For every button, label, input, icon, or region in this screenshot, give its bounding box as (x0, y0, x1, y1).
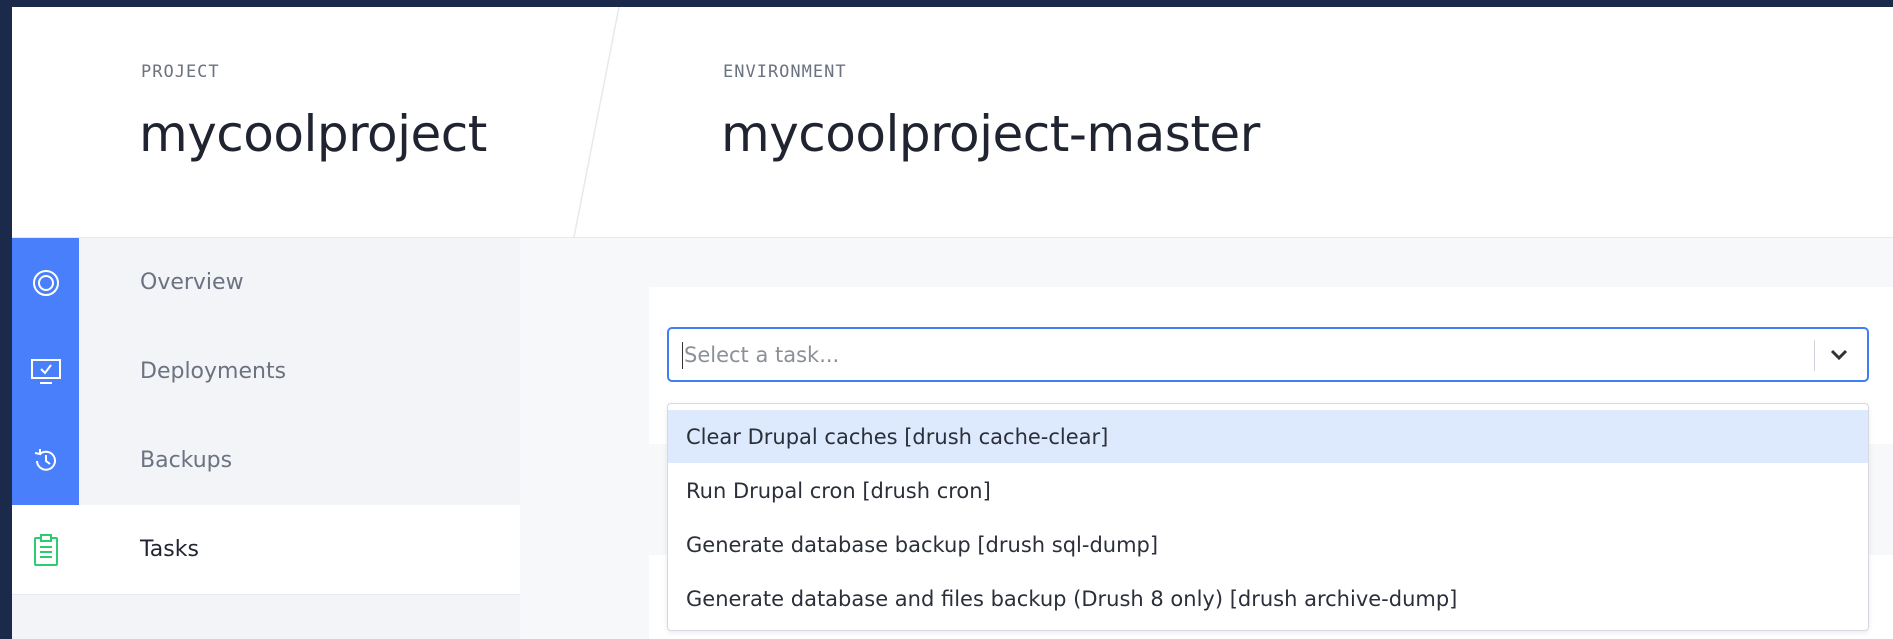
task-select[interactable]: Select a task... (667, 327, 1869, 382)
sidebar-item-label: Overview (140, 270, 244, 295)
history-icon (12, 416, 79, 505)
task-option[interactable]: Clear Drupal caches [drush cache-clear] (668, 410, 1868, 463)
text-cursor (682, 342, 683, 369)
sidebar-item-label: Deployments (140, 359, 287, 384)
chevron-down-icon[interactable] (1821, 329, 1857, 380)
page-header: PROJECT mycoolproject ENVIRONMENT mycool… (12, 7, 1893, 238)
task-option[interactable]: Run Drupal cron [drush cron] (668, 464, 1868, 517)
sidebar-item-tasks[interactable]: Tasks (12, 505, 520, 594)
sidebar: Overview Deployments Backups Tasks (12, 238, 520, 639)
sidebar-filler (12, 594, 520, 639)
environment-name[interactable]: mycoolproject-master (721, 105, 1260, 163)
project-label: PROJECT (141, 62, 220, 82)
monitor-check-icon (12, 327, 79, 416)
overview-icon (12, 238, 79, 327)
select-separator (1814, 340, 1815, 371)
task-select-placeholder: Select a task... (684, 342, 840, 367)
project-name[interactable]: mycoolproject (139, 105, 487, 163)
environment-label: ENVIRONMENT (723, 62, 847, 82)
sidebar-item-label: Backups (140, 448, 233, 473)
sidebar-item-deployments[interactable]: Deployments (12, 327, 520, 417)
sidebar-item-backups[interactable]: Backups (12, 416, 520, 506)
clipboard-icon (12, 505, 79, 594)
sidebar-item-label: Tasks (140, 537, 199, 562)
task-option[interactable]: Generate database backup [drush sql-dump… (668, 518, 1868, 571)
sidebar-item-overview[interactable]: Overview (12, 238, 520, 328)
task-option[interactable]: Generate database and files backup (Drus… (668, 572, 1868, 625)
task-select-menu: Clear Drupal caches [drush cache-clear] … (667, 403, 1869, 631)
